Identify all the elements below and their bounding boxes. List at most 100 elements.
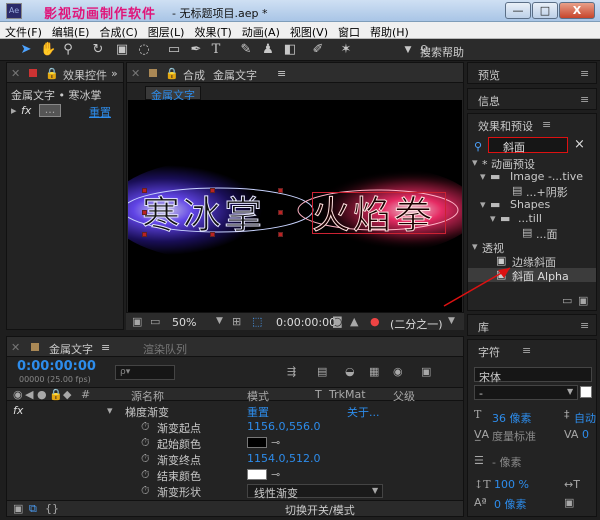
t-header[interactable]: T bbox=[315, 388, 322, 401]
expand-arrow-icon[interactable]: ▾ bbox=[472, 240, 478, 253]
effect-options-button[interactable]: ... bbox=[39, 104, 61, 117]
timeline-prop-row[interactable]: ⏱ 渐变起点 1156.0,556.0 bbox=[7, 419, 463, 435]
expand-arrow-icon[interactable]: ▾ bbox=[480, 170, 486, 183]
effects-search-input[interactable]: 斜面 bbox=[488, 137, 568, 154]
text-tool-icon[interactable]: T bbox=[208, 42, 224, 58]
snapshot-icon[interactable]: ◙ bbox=[332, 315, 343, 328]
panel-expand-icon[interactable]: » bbox=[111, 67, 118, 80]
transform-handle[interactable] bbox=[142, 188, 147, 193]
transfer-controls-icon[interactable]: ⧉ bbox=[29, 502, 37, 516]
brush-icon[interactable]: ✎ bbox=[238, 42, 254, 58]
close-tab-icon[interactable]: ✕ bbox=[131, 67, 140, 80]
font-family-select[interactable]: 宋体 bbox=[474, 367, 592, 384]
layer-search-input[interactable]: ρ▾ bbox=[115, 365, 175, 380]
motion-blur-icon[interactable]: ◉ bbox=[393, 365, 403, 378]
comp-flowchart-icon[interactable]: ⇶ bbox=[287, 365, 296, 378]
tree-item[interactable]: ▾ ▬ Image -...tive bbox=[468, 170, 596, 184]
eyedropper-icon[interactable]: ⊸ bbox=[271, 468, 280, 481]
transform-handle[interactable] bbox=[278, 188, 283, 193]
tree-item[interactable]: ▾ * 动画预设 bbox=[468, 156, 596, 171]
stopwatch-icon[interactable]: ⏱ bbox=[141, 468, 150, 482]
panel-menu-icon[interactable]: ≡ bbox=[580, 93, 589, 106]
camera-icon[interactable]: ▣ bbox=[114, 42, 130, 58]
prop-value[interactable]: 1154.0,512.0 bbox=[247, 452, 320, 465]
composition-viewer[interactable]: 寒冰掌 火焰拳 bbox=[128, 100, 462, 312]
expand-arrow-icon[interactable]: ▾ bbox=[490, 212, 496, 225]
panel-menu-icon[interactable]: ≡ bbox=[542, 118, 551, 131]
layer-bounding-box[interactable] bbox=[312, 192, 446, 234]
transform-handle[interactable] bbox=[142, 210, 147, 215]
color-channel-icon[interactable]: ● bbox=[370, 315, 380, 328]
expand-arrow-icon[interactable]: ▸ bbox=[11, 104, 17, 117]
rectangle-icon[interactable]: ▭ bbox=[166, 42, 182, 58]
maximize-button[interactable]: □ bbox=[532, 2, 558, 19]
font-style-select[interactable]: - ▼ bbox=[474, 385, 578, 400]
timeline-prop-row[interactable]: ⏱ 结束颜色 ⊸ bbox=[7, 467, 463, 483]
kerning-value[interactable]: 度量标准 bbox=[492, 428, 536, 444]
library-panel[interactable]: 库 ≡ bbox=[467, 314, 597, 336]
tree-item[interactable]: ▤ ...+阴影 bbox=[468, 184, 596, 199]
frame-blend-icon[interactable]: ▦ bbox=[369, 365, 379, 378]
composition-tab[interactable]: ✕ 🔒 合成 金属文字 ≡ bbox=[127, 63, 463, 83]
chevron-down-icon[interactable]: ▼ bbox=[567, 387, 573, 396]
tracking-value[interactable]: 0 bbox=[582, 428, 589, 441]
effect-reset-link[interactable]: 重置 bbox=[247, 404, 269, 420]
source-name-header[interactable]: 源名称 bbox=[131, 388, 164, 404]
panel-menu-icon[interactable]: ≡ bbox=[101, 341, 110, 354]
panel-menu-icon[interactable]: ≡ bbox=[580, 67, 589, 80]
puppet-pin-icon[interactable]: ✶ bbox=[338, 42, 354, 58]
new-preset-icon[interactable]: ▣ bbox=[578, 294, 588, 307]
font-size-value[interactable]: 36 像素 bbox=[492, 410, 532, 426]
zoom-level-select[interactable]: 50% bbox=[172, 316, 196, 329]
trkmat-header[interactable]: TrkMat bbox=[329, 388, 366, 401]
stopwatch-icon[interactable]: ⏱ bbox=[141, 452, 150, 466]
eyedropper-icon[interactable]: ⊸ bbox=[271, 436, 280, 449]
tree-item[interactable]: ▾ 透视 bbox=[468, 240, 596, 255]
parent-header[interactable]: 父级 bbox=[393, 388, 415, 404]
search-help-field[interactable]: 搜索帮助 bbox=[420, 44, 464, 60]
lock-icon[interactable]: 🔒 bbox=[165, 67, 179, 80]
pen-icon[interactable]: ✒ bbox=[188, 42, 204, 58]
eraser-icon[interactable]: ◧ bbox=[282, 42, 298, 58]
panel-menu-icon[interactable]: ≡ bbox=[580, 319, 589, 332]
lock-icon[interactable]: 🔒 bbox=[45, 67, 59, 80]
gradient-shape-select[interactable]: 线性渐变 ▼ bbox=[247, 484, 383, 500]
render-queue-tab[interactable]: 渲染队列 bbox=[143, 341, 187, 357]
shy-icon[interactable]: ◒ bbox=[345, 365, 355, 378]
panel-menu-icon[interactable]: ≡ bbox=[522, 344, 531, 357]
start-color-swatch[interactable] bbox=[247, 437, 267, 448]
rotate-icon[interactable]: ↻ bbox=[90, 42, 106, 58]
expand-arrow-icon[interactable]: ▾ bbox=[107, 404, 113, 417]
show-snapshot-icon[interactable]: ▲ bbox=[350, 315, 358, 328]
menu-layer[interactable]: 图层(L) bbox=[143, 22, 190, 39]
close-tab-icon[interactable]: ✕ bbox=[11, 341, 20, 354]
effect-about-link[interactable]: 关于... bbox=[347, 404, 380, 420]
stopwatch-icon[interactable]: ⏱ bbox=[141, 484, 150, 498]
monitor-icon[interactable]: ▭ bbox=[150, 315, 160, 328]
toggle-switches-modes-button[interactable]: 切换开关/模式 bbox=[285, 502, 355, 518]
menu-view[interactable]: 视图(V) bbox=[285, 22, 333, 39]
hand-icon[interactable]: ✋ bbox=[40, 42, 56, 58]
selection-arrow-icon[interactable]: ➤ bbox=[18, 42, 34, 58]
expand-arrow-icon[interactable]: ▾ bbox=[472, 156, 478, 169]
timeline-prop-row[interactable]: ⏱ 起始颜色 ⊸ bbox=[7, 435, 463, 451]
timeline-prop-row[interactable]: ⏱ 渐变终点 1154.0,512.0 bbox=[7, 451, 463, 467]
transform-handle[interactable] bbox=[142, 232, 147, 237]
stroke-width-value[interactable]: - 像素 bbox=[492, 454, 521, 470]
region-icon[interactable]: ⊞ bbox=[232, 315, 241, 328]
stamp-icon[interactable]: ♟ bbox=[260, 42, 276, 58]
resolution-select[interactable]: (二分之一) bbox=[390, 316, 443, 332]
roto-brush-icon[interactable]: ✐ bbox=[310, 42, 326, 58]
info-panel[interactable]: 信息 ≡ bbox=[467, 88, 597, 110]
baseline-shift-value[interactable]: 0 像素 bbox=[494, 496, 527, 512]
menu-edit[interactable]: 编辑(E) bbox=[47, 22, 95, 39]
menu-composition[interactable]: 合成(C) bbox=[94, 22, 142, 39]
tree-item[interactable]: ▾ ▬ ...till bbox=[468, 212, 596, 226]
timeline-tab-label[interactable]: 金属文字 bbox=[49, 341, 93, 357]
menu-animation[interactable]: 动画(A) bbox=[237, 22, 285, 39]
vertical-scale-value[interactable]: 100 % bbox=[494, 478, 529, 491]
viewer-timecode[interactable]: 0:00:00:00 bbox=[276, 316, 336, 329]
transform-handle[interactable] bbox=[278, 232, 283, 237]
transform-handle[interactable] bbox=[210, 232, 215, 237]
chevron-down-icon[interactable]: ▼ bbox=[372, 486, 378, 495]
